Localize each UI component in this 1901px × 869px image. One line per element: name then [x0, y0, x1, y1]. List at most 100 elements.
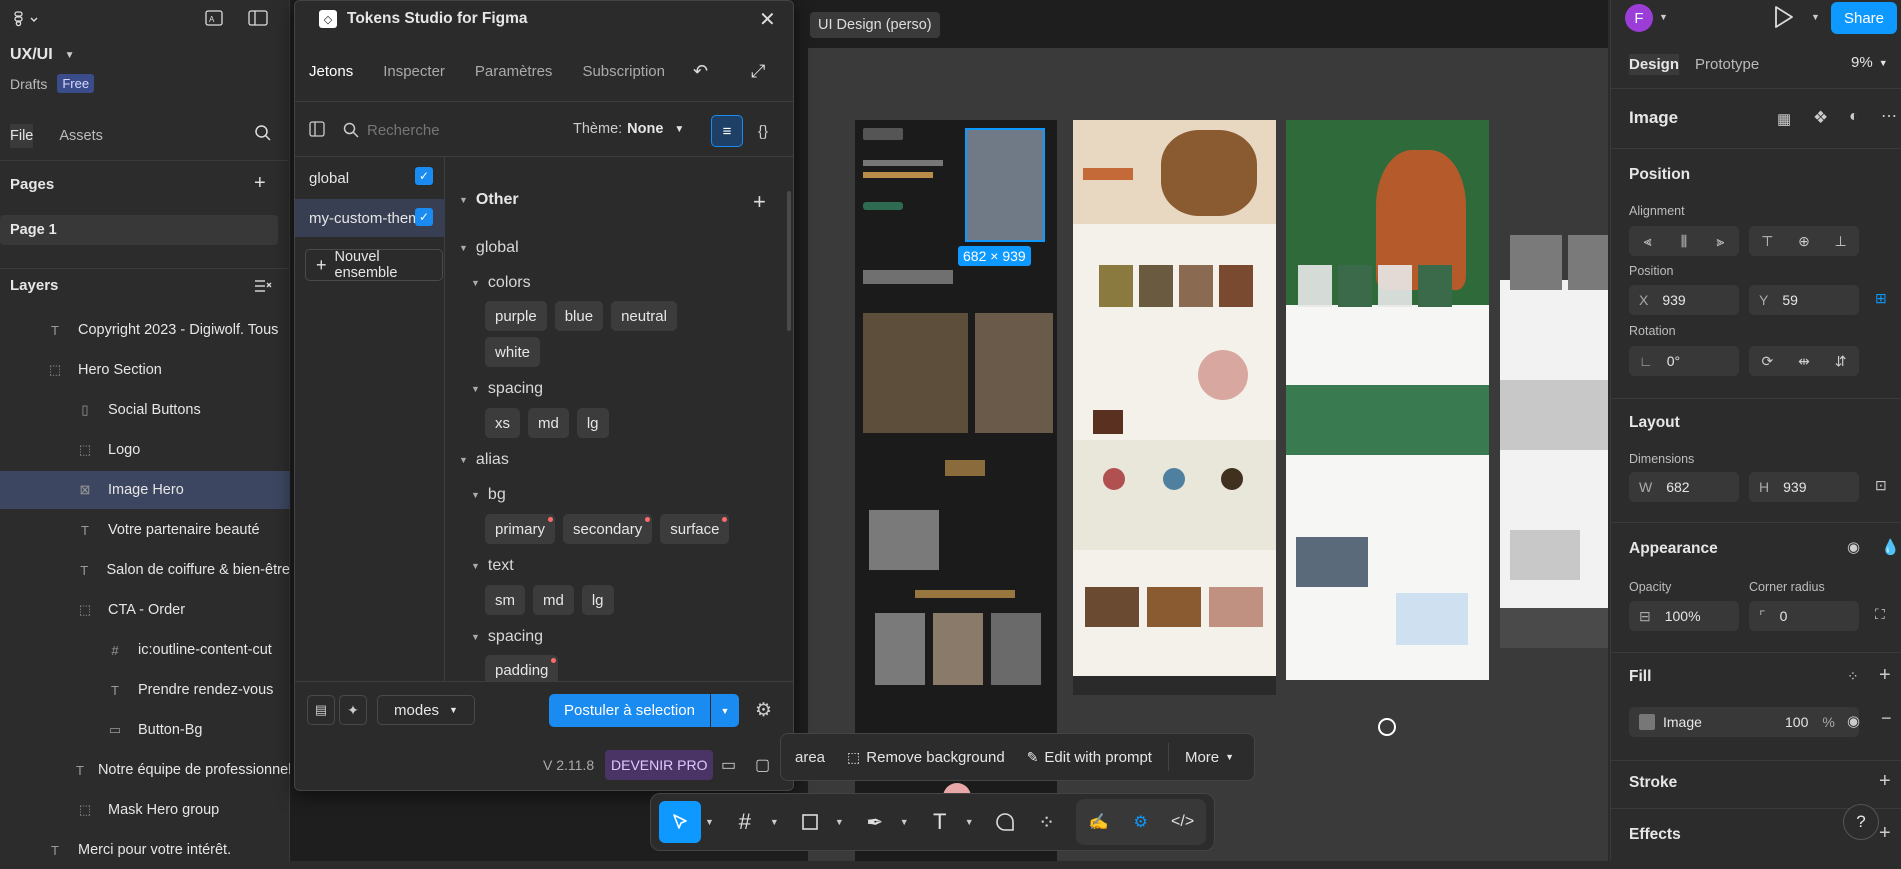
file-name-row[interactable]: UX/UI ▼: [10, 46, 75, 64]
token-chip[interactable]: surface: [660, 514, 730, 544]
layer-row[interactable]: T Copyright 2023 - Digiwolf. Tous: [0, 311, 290, 349]
search-icon[interactable]: [254, 124, 272, 142]
group-alias[interactable]: ▼ alias: [459, 451, 509, 469]
add-stroke-icon[interactable]: +: [1879, 770, 1891, 793]
more-options-icon[interactable]: ⋯: [1881, 106, 1897, 126]
settings-gear-icon[interactable]: ⚙: [755, 699, 772, 722]
add-token-icon[interactable]: +: [753, 189, 766, 215]
resize-to-fit-icon[interactable]: ⊡: [1875, 477, 1887, 494]
group-global[interactable]: ▼ global: [459, 239, 519, 257]
y-position-field[interactable]: Y 59: [1749, 285, 1859, 315]
rotate-90-icon[interactable]: ⟳: [1761, 353, 1773, 370]
layer-row[interactable]: T Notre équipe de professionnels: [0, 751, 290, 789]
blend-drop-icon[interactable]: 💧: [1881, 538, 1900, 556]
collapse-layers-icon[interactable]: [254, 278, 272, 294]
list-view-toggle[interactable]: ≡: [711, 115, 743, 147]
set-checkbox-global[interactable]: ✓: [415, 167, 433, 185]
token-chip[interactable]: md: [533, 585, 574, 615]
layer-row[interactable]: T Merci pour votre intérêt.: [0, 831, 290, 869]
token-chip[interactable]: purple: [485, 301, 547, 331]
fill-row[interactable]: Image 100 %: [1629, 707, 1859, 737]
drafts-label[interactable]: Drafts: [10, 76, 47, 92]
search-input[interactable]: [367, 117, 517, 143]
remove-fill-icon[interactable]: −: [1881, 708, 1892, 729]
close-icon[interactable]: ✕: [759, 7, 776, 32]
tab-subscription[interactable]: Subscription: [582, 63, 665, 80]
add-fill-icon[interactable]: +: [1879, 664, 1891, 687]
layer-row[interactable]: ▭ Button-Bg: [0, 711, 290, 749]
tab-jetons[interactable]: Jetons: [309, 63, 353, 80]
constraints-icon[interactable]: ⊞: [1875, 290, 1887, 307]
token-chip[interactable]: white: [485, 337, 541, 367]
chevron-down-icon[interactable]: ▼: [705, 817, 714, 827]
independent-corners-icon[interactable]: ⛶: [1875, 606, 1885, 623]
chevron-down-icon[interactable]: ▼: [1811, 12, 1820, 22]
tab-assets[interactable]: Assets: [59, 124, 103, 148]
mask-icon[interactable]: ◐: [1849, 108, 1859, 126]
text-tool[interactable]: T: [919, 801, 961, 843]
styles-icon[interactable]: ▤: [307, 695, 335, 725]
chevron-down-icon[interactable]: ▼: [900, 817, 909, 827]
section-other[interactable]: ▼ Other: [459, 191, 519, 209]
token-chip[interactable]: primary: [485, 514, 556, 544]
group-bg[interactable]: ▼ bg: [471, 486, 506, 504]
grid-icon[interactable]: ▦: [1777, 110, 1791, 128]
ai-icon[interactable]: A: [202, 8, 226, 28]
set-checkbox-custom[interactable]: ✓: [415, 208, 433, 226]
width-field[interactable]: W 682: [1629, 472, 1739, 502]
remove-background-button[interactable]: ⬚ Remove background: [847, 749, 1005, 766]
opacity-field[interactable]: ⊟ 100%: [1629, 601, 1739, 631]
tab-prototype[interactable]: Prototype: [1695, 54, 1759, 75]
undo-icon[interactable]: ↶: [693, 61, 708, 82]
modes-dropdown[interactable]: modes ▼: [377, 695, 475, 725]
pro-badge[interactable]: DEVENIR PRO: [605, 750, 714, 780]
align-left-icon[interactable]: ⫷: [1644, 233, 1652, 250]
tab-file[interactable]: File: [10, 124, 34, 148]
rotation-field[interactable]: ∟ 0°: [1629, 346, 1739, 376]
tab-parametres[interactable]: Paramètres: [475, 63, 553, 80]
layer-row[interactable]: T Votre partenaire beauté: [0, 511, 290, 549]
corner-radius-field[interactable]: ⌜ 0: [1749, 601, 1859, 631]
height-field[interactable]: H 939: [1749, 472, 1859, 502]
theme-select[interactable]: Thème: None ▼: [573, 121, 684, 137]
chevron-down-icon[interactable]: ▼: [965, 817, 974, 827]
design-frame-cakes[interactable]: [1073, 120, 1276, 695]
token-chip[interactable]: blue: [554, 301, 604, 331]
token-chip[interactable]: lg: [576, 408, 609, 438]
token-chip[interactable]: padding: [485, 655, 559, 681]
styles-grid-icon[interactable]: ⁘: [1847, 668, 1859, 685]
components-tool[interactable]: ⁘: [1026, 801, 1068, 843]
page-item[interactable]: Page 1: [0, 215, 278, 245]
x-position-field[interactable]: X 939: [1629, 285, 1739, 315]
tab-inspecter[interactable]: Inspecter: [383, 63, 445, 80]
layer-row[interactable]: ⬚ CTA - Order: [0, 591, 290, 629]
comment-tool[interactable]: [984, 801, 1026, 843]
sidebar-toggle-icon[interactable]: [246, 8, 270, 28]
expand-icon[interactable]: ⤢: [751, 61, 765, 82]
component-icon[interactable]: ❖: [1813, 108, 1828, 128]
pen-tool[interactable]: ✒: [854, 801, 896, 843]
layer-row[interactable]: # ic:outline-content-cut: [0, 631, 290, 669]
edit-with-prompt-button[interactable]: ✎ Edit with prompt: [1027, 749, 1152, 766]
group-spacing-alias[interactable]: ▼ spacing: [471, 628, 543, 646]
new-set-button[interactable]: + Nouvel ensemble: [305, 249, 443, 281]
group-text[interactable]: ▼ text: [471, 557, 514, 575]
share-button[interactable]: Share: [1831, 2, 1897, 34]
rectangle-tool[interactable]: [789, 801, 831, 843]
json-view-toggle[interactable]: {}: [747, 115, 779, 147]
add-page-icon[interactable]: +: [254, 172, 266, 195]
chevron-down-icon[interactable]: ▼: [770, 817, 779, 827]
sparkle-icon[interactable]: ✦: [339, 695, 367, 725]
layer-row[interactable]: ▯ Social Buttons: [0, 391, 290, 429]
token-chip[interactable]: md: [528, 408, 569, 438]
design-mode-icon[interactable]: ⚙: [1120, 801, 1162, 843]
token-chip[interactable]: neutral: [611, 301, 677, 331]
present-play-icon[interactable]: [1771, 4, 1795, 30]
design-frame-wireframe[interactable]: [1500, 120, 1608, 648]
layer-row[interactable]: T Prendre rendez-vous: [0, 671, 290, 709]
help-button[interactable]: ?: [1843, 804, 1879, 840]
token-chip[interactable]: sm: [485, 585, 525, 615]
design-frame-animals[interactable]: [1286, 120, 1489, 779]
layer-row[interactable]: ⬚ Hero Section: [0, 351, 290, 389]
flip-vertical-icon[interactable]: ⇵: [1835, 353, 1847, 370]
